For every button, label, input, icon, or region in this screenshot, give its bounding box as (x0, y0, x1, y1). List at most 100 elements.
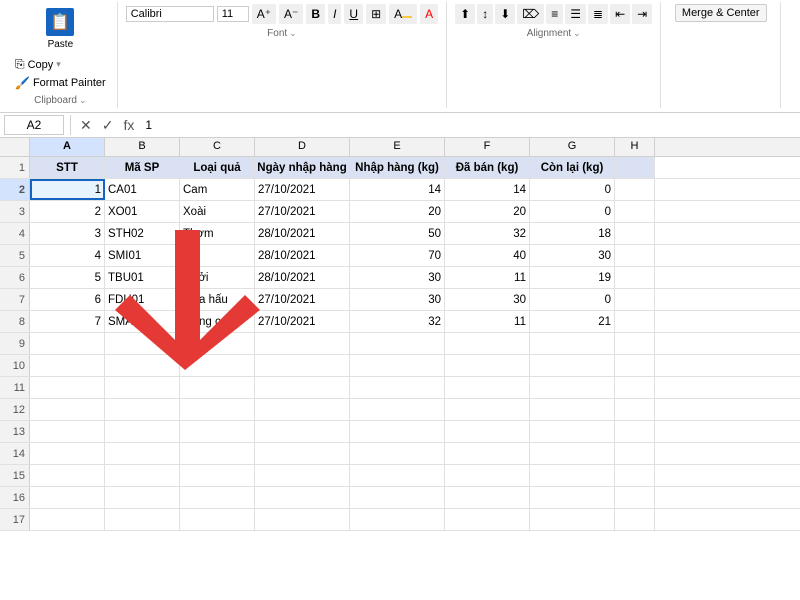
cell-G7[interactable]: 0 (530, 289, 615, 310)
cell-C11[interactable] (180, 377, 255, 398)
cell-C7[interactable]: Dưa hấu (180, 289, 255, 310)
cell-G13[interactable] (530, 421, 615, 442)
cell-C3[interactable]: Xoài (180, 201, 255, 222)
format-painter-button[interactable]: 🖌️ Format Painter (12, 75, 109, 91)
cell-G17[interactable] (530, 509, 615, 530)
cell-A16[interactable] (30, 487, 105, 508)
cell-A13[interactable] (30, 421, 105, 442)
cell-F10[interactable] (445, 355, 530, 376)
cell-B16[interactable] (105, 487, 180, 508)
cell-D11[interactable] (255, 377, 350, 398)
wrap-text-button[interactable]: ⌦ (517, 4, 544, 24)
header-cell-D[interactable]: Ngày nhập hàng (255, 157, 350, 178)
cell-B9[interactable] (105, 333, 180, 354)
cell-C8[interactable]: Măng cụt (180, 311, 255, 332)
cell-H17[interactable] (615, 509, 655, 530)
cell-C17[interactable] (180, 509, 255, 530)
font-size-input[interactable] (217, 6, 249, 22)
cell-F5[interactable]: 40 (445, 245, 530, 266)
cell-F11[interactable] (445, 377, 530, 398)
cell-B14[interactable] (105, 443, 180, 464)
cell-H16[interactable] (615, 487, 655, 508)
formula-input[interactable] (141, 116, 796, 134)
cell-G8[interactable]: 21 (530, 311, 615, 332)
cell-D3[interactable]: 27/10/2021 (255, 201, 350, 222)
cell-D14[interactable] (255, 443, 350, 464)
cell-C13[interactable] (180, 421, 255, 442)
cell-A5[interactable]: 4 (30, 245, 105, 266)
header-cell-G[interactable]: Còn lại (kg) (530, 157, 615, 178)
cell-A11[interactable] (30, 377, 105, 398)
col-header-E[interactable]: E (350, 138, 445, 156)
align-right-button[interactable]: ≣ (588, 4, 608, 24)
decrease-font-button[interactable]: A⁻ (279, 4, 303, 24)
cell-E16[interactable] (350, 487, 445, 508)
cell-G2[interactable]: 0 (530, 179, 615, 200)
indent-decrease-button[interactable]: ⇤ (610, 4, 630, 24)
cell-H14[interactable] (615, 443, 655, 464)
cell-E15[interactable] (350, 465, 445, 486)
cell-B12[interactable] (105, 399, 180, 420)
cancel-formula-icon[interactable]: ✕ (77, 116, 95, 135)
cell-A17[interactable] (30, 509, 105, 530)
cell-E5[interactable]: 70 (350, 245, 445, 266)
cell-B2[interactable]: CA01 (105, 179, 180, 200)
cell-D15[interactable] (255, 465, 350, 486)
cell-A3[interactable]: 2 (30, 201, 105, 222)
cell-A15[interactable] (30, 465, 105, 486)
align-top-button[interactable]: ⬆ (455, 4, 475, 24)
cell-H15[interactable] (615, 465, 655, 486)
merge-center-button[interactable]: Merge & Center (675, 4, 767, 22)
cell-H5[interactable] (615, 245, 655, 266)
insert-function-icon[interactable]: fx (120, 116, 137, 134)
cell-G12[interactable] (530, 399, 615, 420)
cell-D17[interactable] (255, 509, 350, 530)
cell-G4[interactable]: 18 (530, 223, 615, 244)
align-bottom-button[interactable]: ⬇ (495, 4, 515, 24)
cell-F9[interactable] (445, 333, 530, 354)
align-middle-button[interactable]: ↕ (477, 4, 493, 24)
cell-E17[interactable] (350, 509, 445, 530)
cell-F2[interactable]: 14 (445, 179, 530, 200)
cell-D6[interactable]: 28/10/2021 (255, 267, 350, 288)
cell-B17[interactable] (105, 509, 180, 530)
confirm-formula-icon[interactable]: ✓ (99, 116, 117, 135)
cell-B13[interactable] (105, 421, 180, 442)
cell-G15[interactable] (530, 465, 615, 486)
cell-E10[interactable] (350, 355, 445, 376)
cell-G11[interactable] (530, 377, 615, 398)
col-header-F[interactable]: F (445, 138, 530, 156)
bold-button[interactable]: B (306, 4, 325, 24)
font-expand-icon[interactable]: ⌄ (289, 28, 297, 39)
cell-G9[interactable] (530, 333, 615, 354)
copy-button[interactable]: ⎘ Copy ▾ (12, 56, 109, 73)
cell-F12[interactable] (445, 399, 530, 420)
col-header-B[interactable]: B (105, 138, 180, 156)
cell-B11[interactable] (105, 377, 180, 398)
cell-F14[interactable] (445, 443, 530, 464)
align-center-button[interactable]: ☰ (565, 4, 586, 24)
cell-C15[interactable] (180, 465, 255, 486)
cell-H7[interactable] (615, 289, 655, 310)
cell-D4[interactable]: 28/10/2021 (255, 223, 350, 244)
cell-D13[interactable] (255, 421, 350, 442)
increase-font-button[interactable]: A⁺ (252, 4, 276, 24)
cell-B4[interactable]: STH02 (105, 223, 180, 244)
clipboard-expand-icon[interactable]: ⌄ (79, 95, 87, 106)
cell-G3[interactable]: 0 (530, 201, 615, 222)
cell-E6[interactable]: 30 (350, 267, 445, 288)
cell-B15[interactable] (105, 465, 180, 486)
cell-E3[interactable]: 20 (350, 201, 445, 222)
header-cell-C[interactable]: Loại quả (180, 157, 255, 178)
cell-C14[interactable] (180, 443, 255, 464)
cell-F16[interactable] (445, 487, 530, 508)
cell-G10[interactable] (530, 355, 615, 376)
cell-F6[interactable]: 11 (445, 267, 530, 288)
cell-A7[interactable]: 6 (30, 289, 105, 310)
col-header-H[interactable]: H (615, 138, 655, 156)
cell-H8[interactable] (615, 311, 655, 332)
cell-B7[interactable]: FDU01 (105, 289, 180, 310)
cell-B6[interactable]: TBU01 (105, 267, 180, 288)
cell-F8[interactable]: 11 (445, 311, 530, 332)
cell-C16[interactable] (180, 487, 255, 508)
